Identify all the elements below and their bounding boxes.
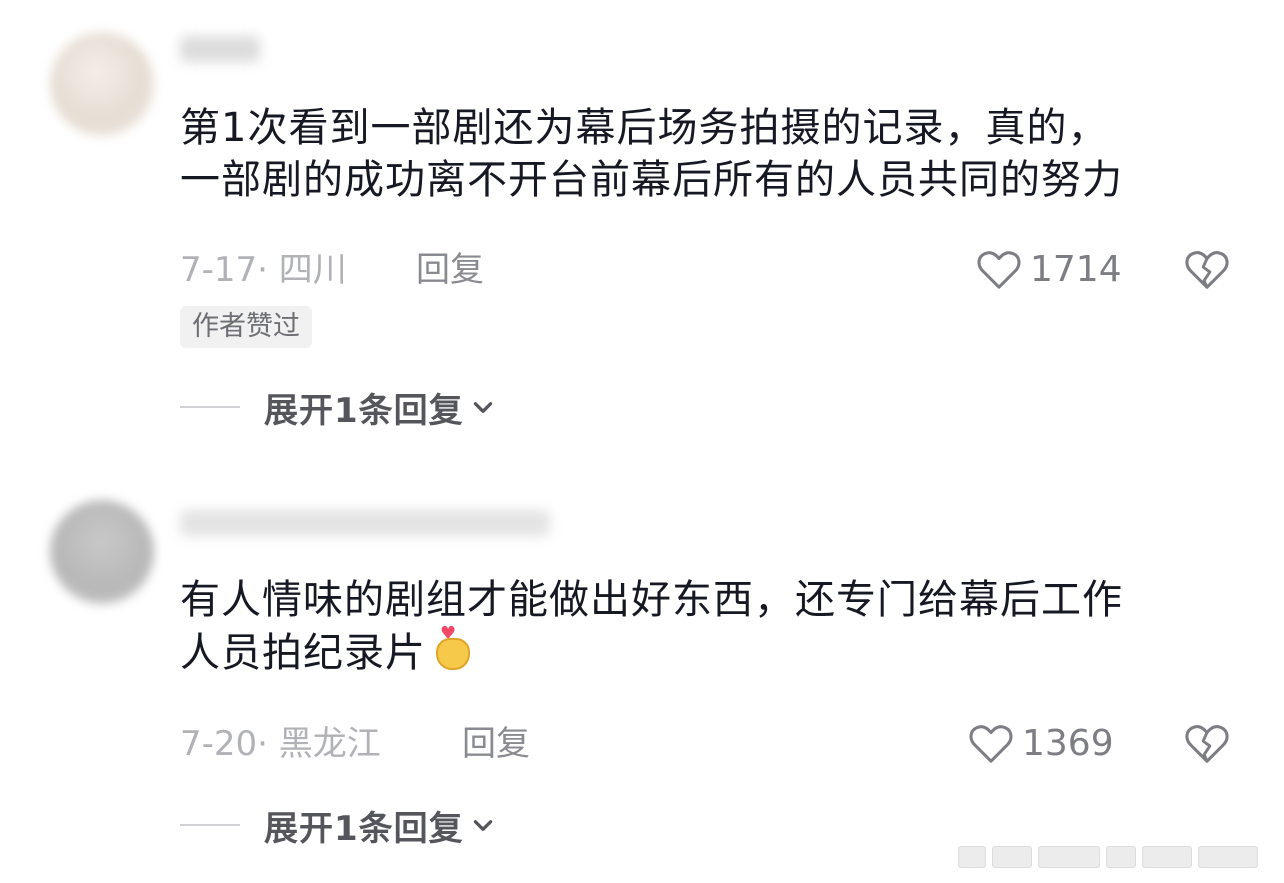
chevron-down-icon: [473, 820, 492, 831]
comment-text-line: 有人情味的剧组才能做出好东西，还专门给幕后工作: [180, 577, 1123, 623]
heart-outline-icon: [969, 725, 1013, 763]
comment-text: 第1次看到一部剧还为幕后场务拍摄的记录，真的， 一部剧的成功离不开台前幕后所有的…: [180, 102, 1240, 206]
broken-heart-icon[interactable]: [1184, 722, 1230, 766]
divider-dash: [180, 824, 240, 826]
like-button[interactable]: 1369: [968, 722, 1114, 766]
watermark-mark: [1142, 846, 1192, 868]
comment-meta: 7-17· 四川 回复 1714: [180, 248, 1240, 292]
hand-shape: [436, 638, 470, 670]
chevron-down-icon: [473, 402, 492, 413]
watermark-mark: [958, 846, 986, 868]
like-count: 1369: [1022, 723, 1114, 764]
comment-text-line: 第1次看到一部剧还为幕后场务拍摄的记录，真的，: [180, 105, 1109, 151]
comment-item: 第1次看到一部剧还为幕后场务拍摄的记录，真的， 一部剧的成功离不开台前幕后所有的…: [0, 0, 1284, 460]
divider-dash: [180, 406, 240, 408]
author-liked-badge: 作者赞过: [180, 306, 312, 348]
like-button[interactable]: 1714: [976, 248, 1122, 292]
expand-replies-label: 展开1条回复: [264, 808, 464, 849]
expand-replies-button[interactable]: 展开1条回复: [180, 802, 496, 849]
watermark-mark: [1106, 846, 1136, 868]
avatar[interactable]: [50, 500, 154, 604]
like-count: 1714: [1030, 249, 1122, 290]
broken-heart-icon[interactable]: [1184, 248, 1230, 292]
heart-outline-icon: [977, 251, 1021, 289]
watermark: [958, 842, 1268, 872]
comment-list: 第1次看到一部剧还为幕后场务拍摄的记录，真的， 一部剧的成功离不开台前幕后所有的…: [0, 0, 1284, 883]
comment-text-line-with-emoji: 人员拍纪录片 ♥: [180, 625, 1240, 678]
comment-text-fragment: 人员拍纪录片: [180, 630, 426, 676]
watermark-mark: [1038, 846, 1100, 868]
reply-button[interactable]: 回复: [462, 722, 530, 766]
expand-replies-label: 展开1条回复: [264, 390, 464, 431]
avatar[interactable]: [50, 32, 154, 136]
expand-replies-button[interactable]: 展开1条回复: [180, 384, 496, 431]
comment-text: 有人情味的剧组才能做出好东西，还专门给幕后工作 人员拍纪录片 ♥: [180, 574, 1240, 678]
username-blurred[interactable]: [180, 510, 550, 536]
finger-heart-emoji: ♥: [432, 625, 476, 672]
date-location: 7-20· 黑龙江: [180, 724, 381, 764]
watermark-mark: [992, 846, 1032, 868]
watermark-mark: [1198, 846, 1258, 868]
comment-meta: 7-20· 黑龙江 回复 1369: [180, 722, 1240, 766]
date-location: 7-17· 四川: [180, 250, 347, 290]
reply-button[interactable]: 回复: [416, 248, 484, 292]
comment-text-line: 一部剧的成功离不开台前幕后所有的人员共同的努力: [180, 157, 1123, 203]
username-blurred[interactable]: [180, 36, 260, 62]
comment-item: 有人情味的剧组才能做出好东西，还专门给幕后工作 人员拍纪录片 ♥ 7-20· 黑龙…: [0, 470, 1284, 883]
